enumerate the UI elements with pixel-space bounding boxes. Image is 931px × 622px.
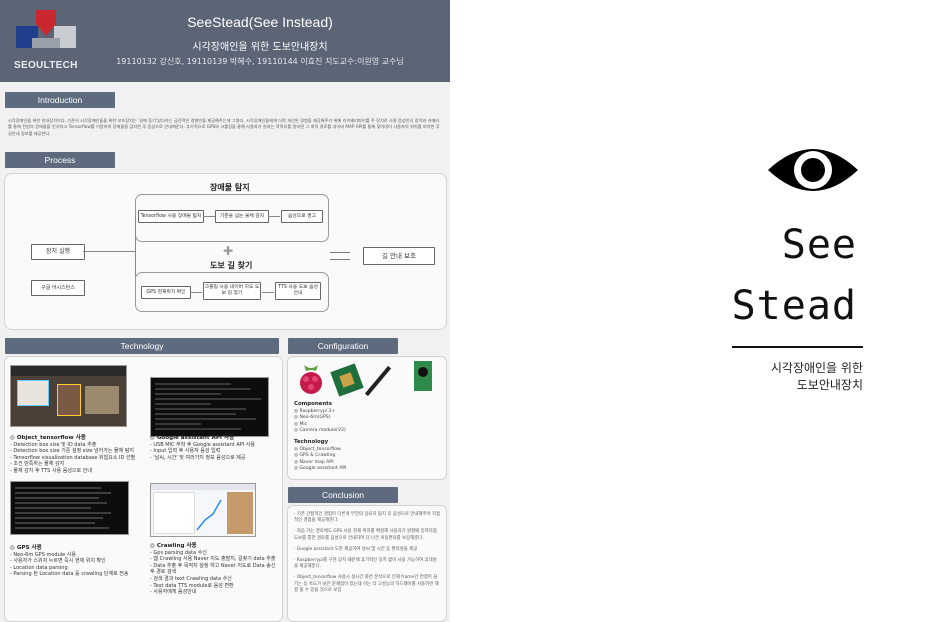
config-tech-item: ◎ GPS & Crawling — [294, 453, 336, 459]
camera-icon — [414, 361, 432, 391]
section-conclusion: Conclusion — [288, 487, 398, 503]
equals-icon — [330, 252, 350, 260]
tech-item-crawling: ◎ Crawling 사용 - Gps parsing data 수신 - 웹 … — [150, 543, 278, 596]
section-technology: Technology — [5, 338, 279, 354]
tech-line: - Tensorflow visualization database 위험요소… — [10, 454, 136, 461]
introduction-text: 시각장애인을 위한 안내장치이다. 기존의 시각장애인들을 위한 보조장치는 '… — [8, 118, 440, 136]
tech-line: - 웹 Crawling 사용 Naver 지도 출발지, 길찾기 data 추… — [150, 556, 276, 563]
plus-icon: ✚ — [223, 244, 234, 258]
walk-title: 도보 길 찾기 — [210, 261, 253, 270]
config-technology-title: Technology — [294, 438, 329, 445]
crawling-screenshot — [150, 483, 256, 537]
technology-panel: ◎ Object_tensorflow 사용 - Detection box s… — [4, 356, 283, 622]
eye-icon — [766, 140, 860, 200]
poster: SEOULTECH SeeStead(See Instead) 시각장애인을 위… — [0, 0, 450, 622]
tensorflow-screenshot — [10, 365, 127, 427]
component-item: ◎ Camera module(V2) — [294, 428, 346, 434]
gps-screenshot — [10, 481, 129, 535]
tech-title: ◎ Object_tensorflow 사용 — [10, 435, 86, 441]
brand-divider — [732, 346, 863, 348]
step-warn: 음성으로 경고 — [281, 210, 323, 223]
conclusion-item: · Google assistant 도한 제공하여 날씨 및 시간 등 편의성… — [294, 546, 418, 552]
step-gps: GPS 현재위치 확인 — [141, 286, 191, 299]
conclusion-item: · Raspberrypi를 구현 장치 때문에 휴기적인 장치 없이 사용 가… — [294, 558, 437, 570]
config-list: Components ◎ Raspberrypi 3+ ◎ Neo-6m(GPS… — [294, 401, 434, 473]
brand-tagline-1: 시각장애인을 위한 — [770, 361, 863, 375]
tech-item-google-assistant: ◎ Google assistant API 사용 - USB MIC 부착 후… — [150, 435, 280, 461]
config-tech-item: ◎ Naver map API — [294, 459, 334, 465]
brand-see: See — [781, 222, 857, 268]
section-configuration: Configuration — [288, 338, 398, 354]
section-process: Process — [5, 152, 115, 168]
raspberry-icon — [296, 361, 326, 399]
tech-item-gps: ◎ GPS 사용 - Neo-6m GPS module 사용 - 사용자가 스… — [10, 545, 150, 578]
tech-line: - 사용자에게 음성안내 — [150, 589, 197, 596]
tech-line: - Neo-6m GPS module 사용 — [10, 551, 76, 558]
poster-subtitle: 시각장애인을 위한 도보안내장치 — [192, 42, 328, 53]
tech-line: - Parsing 된 Location data 를 crawling 단계로… — [10, 571, 129, 578]
section-introduction: Introduction — [5, 92, 115, 108]
arrow — [262, 292, 274, 293]
arrow — [203, 216, 215, 217]
tech-title: ◎ Google assistant API 사용 — [150, 435, 235, 441]
guide-box: 길 안내 보조 — [363, 247, 435, 265]
component-item: ◎ Raspberrypi 3+ — [294, 408, 336, 414]
tech-item-tensorflow: ◎ Object_tensorflow 사용 - Detection box s… — [10, 435, 150, 475]
step-tts: TTS 사용 도보 음성 안내 — [275, 282, 321, 300]
tech-line: - 조건 만족하는 물체 감지 — [10, 461, 65, 468]
tech-line: - 사용자가 스위치 누르면 즉시 현재 위치 확인 — [10, 558, 106, 565]
gps-module-icon — [330, 363, 364, 397]
conclusion-item: · 기존 간접적인 경험이 다른게 무언의 장요지 탐지 후 음성으로 안내해주… — [294, 512, 441, 524]
mic-icon — [364, 365, 392, 397]
conclusion-list: · 기존 간접적인 경험이 다른게 무언의 장요지 탐지 후 음성으로 안내해주… — [294, 512, 440, 599]
connector-line — [135, 216, 136, 282]
brand-tagline-2: 도보안내장치 — [796, 378, 863, 392]
process-diagram: 장애물 탐지 Tensorflow 사용 장애물 탐지 기준을 넘는 물체 감지… — [4, 173, 447, 330]
tech-title: ◎ GPS 사용 — [10, 545, 42, 551]
conclusion-item: · Object_tensorflow 사용시 실시간 화면 분석으로 인해 f… — [294, 575, 439, 593]
tech-line: - 물체 감지 후 TTS 사용 음성으로 안내 — [10, 467, 92, 474]
tech-line: - Detection box size 기준 설정 size 넘어가는 물체 … — [10, 448, 135, 455]
configuration-panel: Components ◎ Raspberrypi 3+ ◎ Neo-6m(GPS… — [287, 356, 447, 480]
logo-text: SEOULTECH — [14, 60, 78, 71]
tech-line: - 검색 결과 text Crawling data 수신 — [150, 575, 232, 582]
google-assistant-screenshot — [150, 377, 269, 437]
seoultech-logo: SEOULTECH — [14, 8, 80, 78]
brand-stead: Stead — [731, 283, 857, 329]
obstacle-title: 장애물 탐지 — [210, 183, 250, 192]
conclusion-item: · 처음 가는 경로에도 GPS 사용 현재 위치를 확정해 사용자가 원할때 … — [294, 529, 437, 541]
tech-line: - Location data parsing — [10, 564, 68, 571]
component-item: ◎ Neo-6m(GPS) — [294, 415, 331, 421]
arrow — [268, 216, 280, 217]
device-run-box: 장치 실행 — [31, 244, 85, 260]
tech-line: - Data 추출 후 목적지 설정 하고 Naver 지도로 Data 송신 … — [150, 562, 276, 576]
config-tech-item: ◎ Google assistant API — [294, 466, 347, 472]
tech-title: ◎ Crawling 사용 — [150, 543, 197, 549]
tech-line: - USB MIC 부착 후 Google assistant API 사용 — [150, 441, 256, 448]
step-crawling: 크롤링 사용 네이버 지도 도보 길 찾기 — [203, 282, 261, 300]
conclusion-panel: · 기존 간접적인 경험이 다른게 무언의 장요지 탐지 후 음성으로 안내해주… — [287, 505, 447, 622]
poster-title: SeeStead(See Instead) — [187, 14, 333, 30]
components-title: Components — [294, 401, 332, 407]
step-detect: 기준을 넘는 물체 감지 — [215, 210, 269, 223]
tech-line: - '날씨, 시간' 및 여러가지 정보 음성으로 제공 — [150, 454, 246, 461]
poster-authors: 19110132 강신호, 19110139 박혜수, 19110144 이효진… — [116, 57, 404, 66]
arrow — [83, 251, 135, 252]
google-assistant-box: 구글 어시스턴스 — [31, 280, 85, 296]
component-item: ◎ Mic — [294, 421, 308, 427]
tech-line: - Detection box size 및 ID data 추출 — [10, 441, 97, 448]
tech-line: - Gps parsing data 수신 — [150, 549, 207, 556]
tech-line: - Input 입력 후 사용자 음성 입력 — [150, 448, 221, 455]
config-tech-item: ◎ Object_tensorflow — [294, 446, 341, 452]
poster-header: SEOULTECH SeeStead(See Instead) 시각장애인을 위… — [0, 0, 450, 82]
step-tensorflow: Tensorflow 사용 장애물 탐지 — [138, 210, 204, 223]
tech-line: - Text data TTS module로 음성 변환 — [150, 582, 234, 589]
arrow — [190, 292, 202, 293]
